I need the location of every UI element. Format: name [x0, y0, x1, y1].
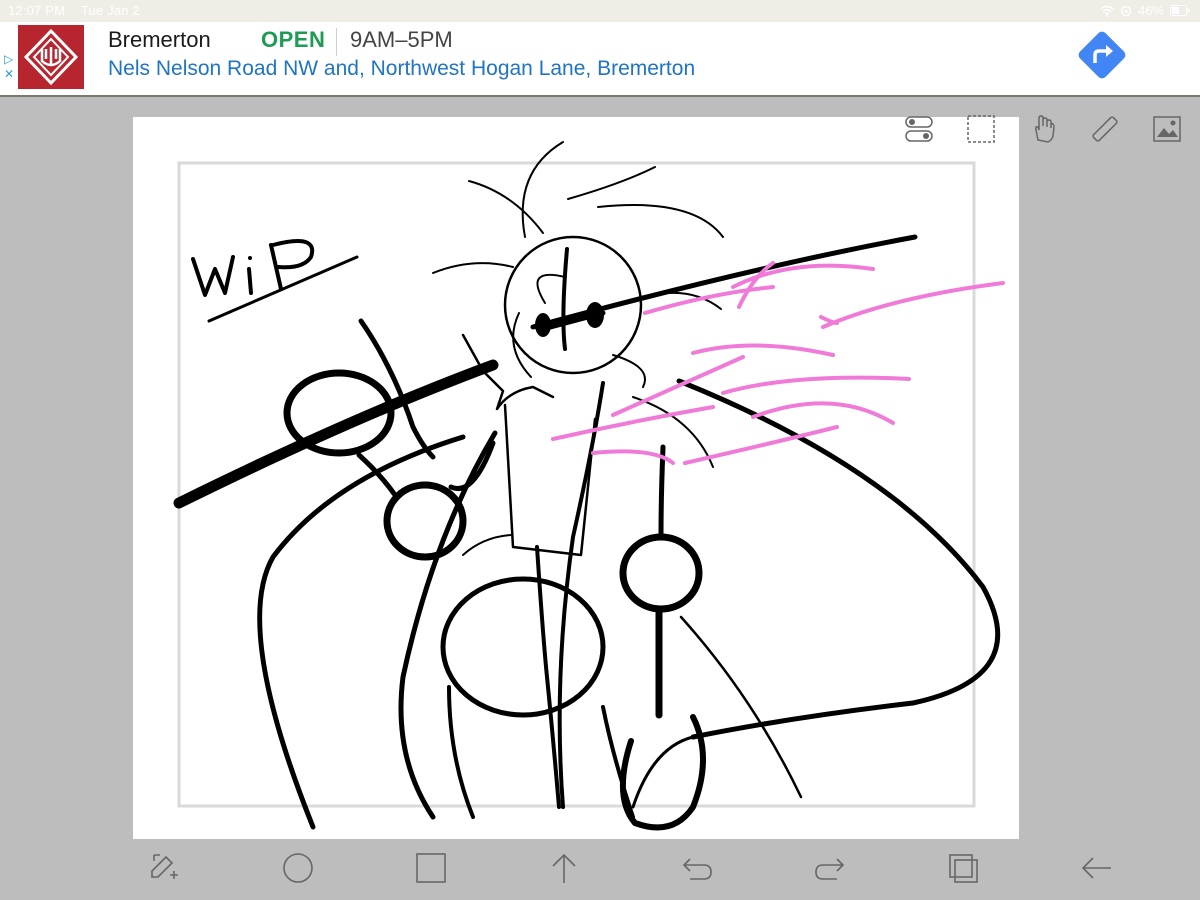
pink-effect-strokes	[551, 261, 1005, 465]
business-hours: 9AM–5PM	[350, 27, 453, 52]
redo-icon[interactable]	[811, 849, 849, 887]
image-icon[interactable]	[1150, 112, 1184, 146]
rotation-lock-icon	[1120, 5, 1132, 16]
undo-icon[interactable]	[678, 849, 716, 887]
ad-close-icon[interactable]: ✕	[4, 67, 16, 82]
layers-toggle-icon[interactable]	[902, 112, 936, 146]
wip-letter-w	[191, 255, 235, 297]
logo-emblem-icon	[23, 28, 79, 86]
status-left: 12:07 PM Tue Jan 2	[8, 3, 152, 18]
business-address[interactable]: Nels Nelson Road NW and, Northwest Hogan…	[108, 57, 695, 81]
selection-icon[interactable]	[964, 112, 998, 146]
sketch-artwork	[173, 141, 1005, 831]
upload-arrow-icon[interactable]	[545, 849, 583, 887]
open-status-badge: OPEN	[261, 27, 326, 52]
status-time: 12:07 PM	[8, 3, 66, 18]
ad-choices[interactable]: ▷ ✕	[4, 52, 16, 82]
status-date: Tue Jan 2	[80, 3, 140, 18]
square-shape-icon[interactable]	[412, 849, 450, 887]
transform-icon[interactable]	[146, 849, 184, 887]
hand-icon[interactable]	[1026, 112, 1060, 146]
ad-play-icon[interactable]: ▷	[4, 52, 16, 67]
business-logo[interactable]	[18, 25, 84, 89]
status-right: 46%	[1100, 3, 1190, 18]
wifi-icon	[1100, 5, 1114, 17]
status-bar: 12:07 PM Tue Jan 2 46%	[0, 0, 1200, 22]
ad-banner[interactable]: ▷ ✕ Bremerton OPEN 9AM–5PM Nels Nelson R…	[0, 22, 1200, 97]
directions-icon	[1078, 31, 1126, 79]
divider	[336, 28, 337, 56]
directions-button[interactable]	[1074, 27, 1130, 83]
ruler-icon[interactable]	[1088, 112, 1122, 146]
back-arrow-icon[interactable]	[1077, 849, 1115, 887]
drawing-canvas[interactable]	[133, 117, 1019, 839]
battery-percent: 46%	[1137, 3, 1164, 18]
layers-icon[interactable]	[944, 849, 982, 887]
business-name[interactable]: Bremerton	[108, 27, 211, 53]
circle-shape-icon[interactable]	[279, 849, 317, 887]
battery-icon	[1170, 5, 1190, 16]
